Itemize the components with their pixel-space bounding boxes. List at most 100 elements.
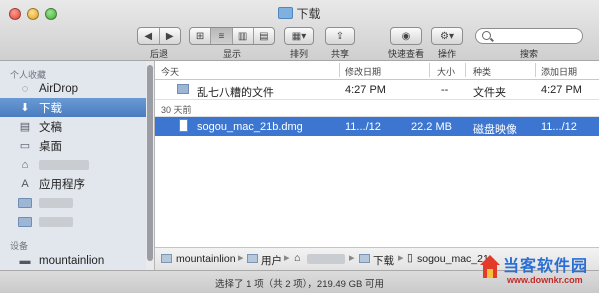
column-modified[interactable]: 修改日期 bbox=[345, 65, 381, 78]
finder-window: 下载 ◀ ▶ 后退 ⊞ ≡ ▥ ▤ 显示 ▦▾ 排列 ⇪ 共享 ◉ 快速查看 ⚙… bbox=[0, 0, 599, 293]
row-added: 11.../12 bbox=[541, 121, 577, 133]
desktop-icon: ▭ bbox=[19, 140, 31, 152]
column-view-button[interactable]: ▥ bbox=[233, 28, 254, 44]
path-segment[interactable]: mountainlion bbox=[176, 253, 236, 265]
sidebar-item-label-redacted bbox=[39, 197, 73, 208]
row-kind: 文件夹 bbox=[473, 87, 506, 99]
chevron-right-icon: ▶ bbox=[165, 30, 174, 42]
row-added: 4:27 PM bbox=[541, 84, 582, 96]
grid-icon: ⊞ bbox=[195, 30, 205, 42]
path-arrow-icon: ▸ bbox=[238, 252, 244, 264]
chevron-left-icon: ◀ bbox=[144, 30, 153, 42]
column-kind[interactable]: 种类 bbox=[473, 65, 491, 78]
view-label: 显示 bbox=[222, 49, 241, 59]
scrollbar-thumb[interactable] bbox=[147, 65, 153, 261]
sidebar: 个人收藏 ◌ AirDrop ⬇ 下载 ▤ 文稿 ▭ 桌面 ⌂ A 应用程序 设… bbox=[0, 61, 155, 271]
watermark-url: www.downkr.com bbox=[507, 275, 583, 285]
sidebar-item-airdrop[interactable]: ◌ AirDrop bbox=[0, 79, 146, 98]
row-name: 乱七八糟的文件 bbox=[197, 87, 274, 99]
path-segment-redacted[interactable] bbox=[307, 254, 345, 264]
back-forward-control: ◀ ▶ bbox=[137, 27, 181, 45]
column-header: 今天 修改日期 大小 种类 添加日期 bbox=[155, 61, 599, 80]
row-name: sogou_mac_21b.dmg bbox=[197, 121, 303, 133]
column-name[interactable]: 今天 bbox=[161, 65, 179, 78]
folder-icon bbox=[18, 215, 32, 228]
search-icon bbox=[482, 31, 491, 40]
sidebar-item-desktop[interactable]: ▭ 桌面 bbox=[0, 136, 146, 155]
row-size: 22.2 MB bbox=[411, 121, 452, 133]
sidebar-item-label: 文稿 bbox=[39, 121, 62, 134]
path-arrow-icon: ▸ bbox=[349, 252, 355, 264]
window-title-text: 下载 bbox=[296, 7, 321, 21]
path-arrow-icon: ▸ bbox=[284, 252, 290, 264]
action-label: 操作 bbox=[437, 49, 456, 59]
folder-icon bbox=[177, 84, 189, 94]
sidebar-item-label: 桌面 bbox=[39, 140, 62, 153]
dmg-file-icon bbox=[179, 119, 188, 132]
columns-icon: ▥ bbox=[237, 30, 248, 42]
arrange-menu[interactable]: ▦▾ bbox=[285, 28, 313, 44]
icon-view-button[interactable]: ⊞ bbox=[190, 28, 212, 44]
path-segment[interactable]: 下载 bbox=[373, 253, 394, 268]
titlebar: 下载 ◀ ▶ 后退 ⊞ ≡ ▥ ▤ 显示 ▦▾ 排列 ⇪ 共享 ◉ 快速查看 ⚙… bbox=[0, 0, 599, 61]
dmg-file-icon: ▯ bbox=[407, 252, 413, 264]
sidebar-item-folder-2[interactable] bbox=[0, 212, 146, 231]
row-modified: 11.../12 bbox=[345, 121, 381, 133]
sidebar-device-label: mountainlion bbox=[39, 254, 105, 267]
table-row[interactable]: sogou_mac_21b.dmg 11.../12 22.2 MB 磁盘映像 … bbox=[155, 117, 599, 136]
table-row[interactable]: 乱七八糟的文件 4:27 PM -- 文件夹 4:27 PM bbox=[155, 80, 599, 99]
arrange-icon: ▦▾ bbox=[291, 30, 307, 42]
sidebar-item-folder-1[interactable] bbox=[0, 193, 146, 212]
share-button[interactable]: ⇪ bbox=[325, 27, 355, 45]
watermark: 当客软件园 www.downkr.com bbox=[477, 248, 597, 293]
folder-icon bbox=[247, 254, 258, 263]
window-title: 下载 bbox=[0, 5, 599, 22]
folder-icon bbox=[278, 7, 294, 19]
back-button[interactable]: ◀ bbox=[138, 28, 160, 44]
list-icon: ≡ bbox=[218, 30, 225, 42]
search-input[interactable] bbox=[494, 30, 582, 44]
coverflow-view-button[interactable]: ▤ bbox=[254, 28, 274, 44]
arrange-button[interactable]: ▦▾ bbox=[284, 27, 314, 45]
row-modified: 4:27 PM bbox=[345, 84, 386, 96]
path-arrow-icon: ▸ bbox=[398, 252, 404, 264]
back-label: 后退 bbox=[149, 49, 168, 59]
applications-icon: A bbox=[21, 177, 29, 190]
quicklook-seg[interactable]: ◉ bbox=[391, 28, 421, 44]
column-size[interactable]: 大小 bbox=[437, 65, 455, 78]
row-size: -- bbox=[441, 84, 449, 96]
sidebar-item-label: 应用程序 bbox=[39, 178, 85, 191]
watermark-title: 当客软件园 bbox=[503, 256, 589, 275]
sidebar-item-downloads[interactable]: ⬇ 下载 bbox=[0, 98, 146, 117]
action-menu[interactable]: ⚙▾ bbox=[432, 28, 462, 44]
sidebar-item-documents[interactable]: ▤ 文稿 bbox=[0, 117, 146, 136]
forward-button[interactable]: ▶ bbox=[160, 28, 181, 44]
folder-icon bbox=[359, 254, 370, 263]
coverflow-icon: ▤ bbox=[259, 30, 269, 42]
share-menu[interactable]: ⇪ bbox=[326, 28, 354, 44]
download-icon: ⬇ bbox=[20, 102, 30, 114]
search-field[interactable] bbox=[475, 28, 583, 44]
gear-icon: ⚙▾ bbox=[440, 30, 454, 42]
column-added[interactable]: 添加日期 bbox=[541, 65, 577, 78]
row-kind: 磁盘映像 bbox=[473, 124, 517, 136]
arrange-label: 排列 bbox=[289, 49, 308, 59]
documents-icon: ▤ bbox=[19, 121, 31, 133]
path-segment[interactable]: 用户 bbox=[261, 253, 282, 268]
action-button[interactable]: ⚙▾ bbox=[431, 27, 463, 45]
sidebar-item-label-redacted bbox=[39, 216, 73, 227]
home-icon: ⌂ bbox=[21, 158, 29, 171]
sidebar-item-label: 下载 bbox=[39, 102, 62, 115]
list-view-button[interactable]: ≡ bbox=[211, 28, 233, 44]
share-icon: ⇪ bbox=[335, 30, 345, 42]
view-mode-control: ⊞ ≡ ▥ ▤ bbox=[189, 27, 275, 45]
quicklook-label: 快速查看 bbox=[387, 49, 424, 59]
sidebar-item-home[interactable]: ⌂ bbox=[0, 155, 146, 174]
sidebar-scrollbar[interactable] bbox=[146, 61, 154, 271]
sidebar-item-label: AirDrop bbox=[39, 82, 78, 95]
sidebar-item-applications[interactable]: A 应用程序 bbox=[0, 174, 146, 193]
airdrop-icon: ◌ bbox=[21, 82, 29, 95]
sidebar-item-label-redacted bbox=[39, 159, 89, 170]
sidebar-device-mountainlion[interactable]: ▬ mountainlion bbox=[0, 251, 146, 270]
quicklook-button[interactable]: ◉ bbox=[390, 27, 422, 45]
